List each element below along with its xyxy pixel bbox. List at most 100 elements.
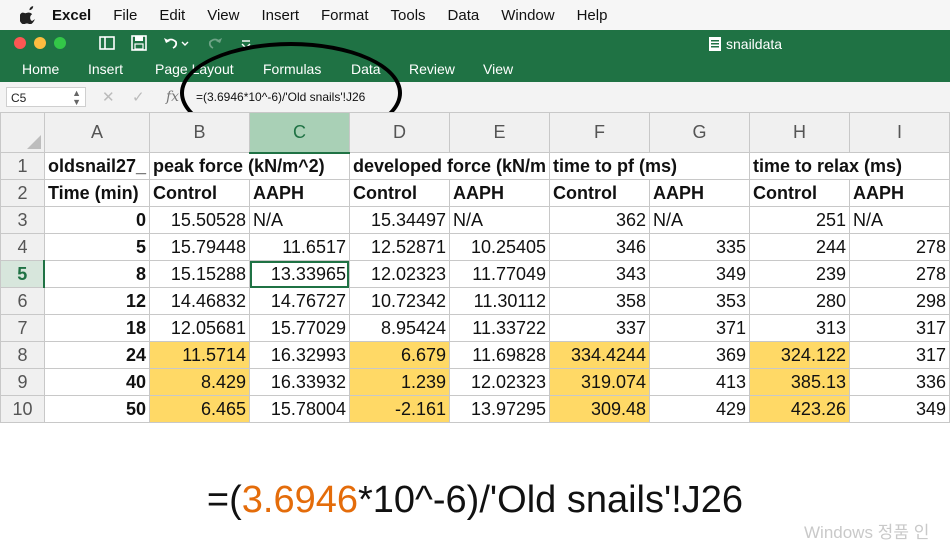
menu-help[interactable]: Help: [577, 7, 608, 24]
column-header-a[interactable]: A: [43, 112, 151, 153]
cell-d4[interactable]: 12.52871: [348, 233, 451, 261]
cell-i3[interactable]: N/A: [848, 206, 950, 234]
cell-h6[interactable]: 280: [749, 287, 850, 315]
tab-home[interactable]: Home: [22, 61, 59, 77]
cell-c2[interactable]: AAPH: [249, 179, 350, 207]
cell-a10[interactable]: 50: [43, 395, 151, 423]
row-header[interactable]: 9: [0, 368, 45, 396]
highlighted-cell-d9[interactable]: 1.239: [348, 368, 451, 396]
cell-e6[interactable]: 11.30112: [449, 287, 551, 315]
cell-f4[interactable]: 346: [549, 233, 651, 261]
highlighted-cell-h9[interactable]: 385.13: [749, 368, 850, 396]
cell-a6[interactable]: 12: [43, 287, 151, 315]
cell-b2[interactable]: Control: [149, 179, 250, 207]
cell-c8[interactable]: 16.32993: [249, 341, 350, 369]
cell-d7[interactable]: 8.95424: [348, 314, 451, 342]
cell-g3[interactable]: N/A: [649, 206, 750, 234]
cell-b4[interactable]: 15.79448: [149, 233, 250, 261]
cell-a4[interactable]: 5: [43, 233, 151, 261]
cell-b3[interactable]: 15.50528: [149, 206, 250, 234]
cell-a7[interactable]: 18: [43, 314, 151, 342]
menu-app-name[interactable]: Excel: [52, 7, 91, 24]
cell-i6[interactable]: 298: [848, 287, 950, 315]
column-header-b[interactable]: B: [149, 112, 250, 153]
cell-i5[interactable]: 278: [848, 260, 950, 288]
row-header[interactable]: 7: [0, 314, 45, 342]
cell-f6[interactable]: 358: [549, 287, 651, 315]
cell-e8[interactable]: 11.69828: [449, 341, 551, 369]
highlighted-cell-d8[interactable]: 6.679: [348, 341, 451, 369]
cell-a8[interactable]: 24: [43, 341, 151, 369]
cell-i8[interactable]: 317: [848, 341, 950, 369]
save-icon[interactable]: [130, 34, 148, 52]
tab-review[interactable]: Review: [409, 61, 455, 77]
cell-e3[interactable]: N/A: [449, 206, 551, 234]
cell-c3[interactable]: N/A: [249, 206, 350, 234]
row-header[interactable]: 1: [0, 152, 45, 180]
highlighted-cell-f8[interactable]: 334.4244: [549, 341, 651, 369]
undo-icon[interactable]: [162, 34, 180, 52]
cell-g5[interactable]: 349: [649, 260, 750, 288]
cell-i2[interactable]: AAPH: [848, 179, 950, 207]
column-header-d[interactable]: D: [348, 112, 451, 153]
cell-g8[interactable]: 369: [649, 341, 750, 369]
cell-a9[interactable]: 40: [43, 368, 151, 396]
column-header-g[interactable]: G: [649, 112, 750, 153]
tab-view[interactable]: View: [483, 61, 513, 77]
cell-g4[interactable]: 335: [649, 233, 750, 261]
cell-b5[interactable]: 15.15288: [149, 260, 250, 288]
row-header[interactable]: 10: [0, 395, 45, 423]
cell-f3[interactable]: 362: [549, 206, 651, 234]
highlighted-cell-h10[interactable]: 423.26: [749, 395, 850, 423]
menu-file[interactable]: File: [113, 7, 137, 24]
highlighted-cell-b10[interactable]: 6.465: [149, 395, 250, 423]
cell-h4[interactable]: 244: [749, 233, 850, 261]
selected-cell-c5[interactable]: 13.33965: [249, 260, 350, 288]
row-header-active[interactable]: 5: [0, 260, 46, 288]
row-header[interactable]: 2: [0, 179, 45, 207]
highlighted-cell-f9[interactable]: 319.074: [549, 368, 651, 396]
menu-view[interactable]: View: [207, 7, 239, 24]
cell-h1[interactable]: time to relax (ms): [749, 152, 950, 180]
row-header[interactable]: 6: [0, 287, 45, 315]
cell-c10[interactable]: 15.78004: [249, 395, 350, 423]
column-header-c[interactable]: C: [249, 112, 350, 154]
cell-e9[interactable]: 12.02323: [449, 368, 551, 396]
highlighted-cell-b8[interactable]: 11.5714: [149, 341, 250, 369]
cell-d1[interactable]: developed force (kN/m: [348, 152, 551, 180]
minimize-window-button[interactable]: [34, 37, 46, 49]
cell-c4[interactable]: 11.6517: [249, 233, 350, 261]
highlighted-cell-h8[interactable]: 324.122: [749, 341, 850, 369]
zoom-window-button[interactable]: [54, 37, 66, 49]
cell-b6[interactable]: 14.46832: [149, 287, 250, 315]
menu-data[interactable]: Data: [448, 7, 480, 24]
cell-c6[interactable]: 14.76727: [249, 287, 350, 315]
cell-h5[interactable]: 239: [749, 260, 850, 288]
cell-i4[interactable]: 278: [848, 233, 950, 261]
cell-e5[interactable]: 11.77049: [449, 260, 551, 288]
close-window-button[interactable]: [14, 37, 26, 49]
undo-dropdown-icon[interactable]: [180, 34, 190, 52]
insert-function-button[interactable]: fx: [166, 89, 179, 105]
cell-a1[interactable]: oldsnail27_: [43, 152, 151, 180]
cell-h3[interactable]: 251: [749, 206, 850, 234]
cell-f5[interactable]: 343: [549, 260, 651, 288]
column-header-f[interactable]: F: [549, 112, 651, 153]
tab-insert[interactable]: Insert: [88, 61, 123, 77]
row-header[interactable]: 8: [0, 341, 45, 369]
menu-format[interactable]: Format: [321, 7, 369, 24]
cell-i10[interactable]: 349: [848, 395, 950, 423]
cell-g9[interactable]: 413: [649, 368, 750, 396]
cell-i9[interactable]: 336: [848, 368, 950, 396]
cell-c9[interactable]: 16.33932: [249, 368, 350, 396]
column-header-e[interactable]: E: [449, 112, 551, 153]
cell-b1[interactable]: peak force (kN/m^2): [149, 152, 350, 180]
row-header[interactable]: 3: [0, 206, 45, 234]
cell-e4[interactable]: 10.25405: [449, 233, 551, 261]
column-header-h[interactable]: H: [749, 112, 850, 153]
cell-h7[interactable]: 313: [749, 314, 850, 342]
cell-h2[interactable]: Control: [749, 179, 850, 207]
cell-b7[interactable]: 12.05681: [149, 314, 250, 342]
cell-i7[interactable]: 317: [848, 314, 950, 342]
highlighted-cell-b9[interactable]: 8.429: [149, 368, 250, 396]
